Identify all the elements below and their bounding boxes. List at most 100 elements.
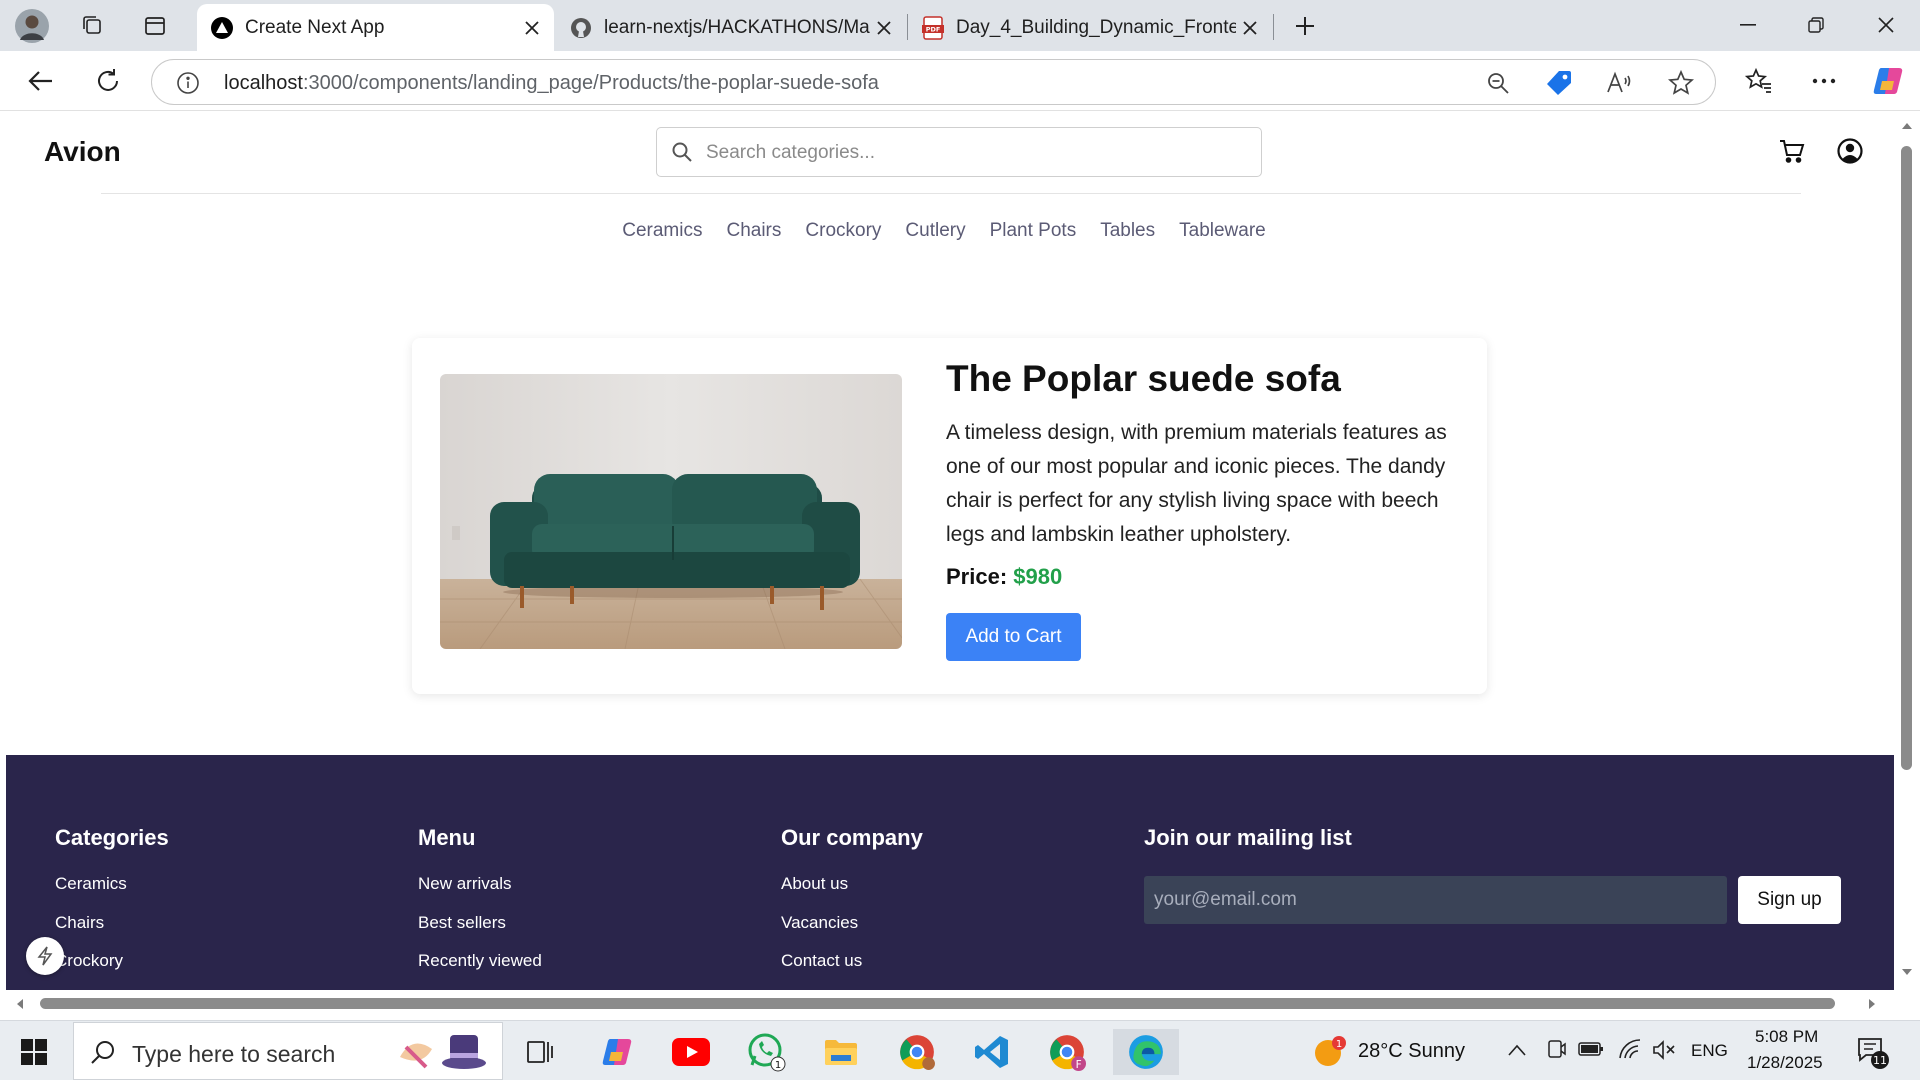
weather-icon[interactable]: 1 (1313, 1035, 1347, 1074)
scroll-right-icon[interactable] (1868, 998, 1876, 1010)
category-nav: Ceramics Chairs Crockory Cutlery Plant P… (6, 220, 1894, 242)
tab-pdf[interactable]: PDF Day_4_Building_Dynamic_Fronten (908, 4, 1272, 51)
price-label: Price: (946, 564, 1008, 589)
horizontal-scrollbar[interactable] (0, 990, 1920, 1020)
footer-link[interactable]: New arrivals (418, 865, 552, 904)
zoom-out-icon[interactable] (1483, 68, 1513, 98)
page-viewport: Avion Search categories... Ceramics Chai… (6, 112, 1894, 990)
notification-count: 11 (1873, 1054, 1887, 1067)
email-placeholder: your@email.com (1154, 889, 1297, 910)
edge-icon[interactable] (1113, 1029, 1179, 1075)
profile-avatar[interactable] (14, 8, 50, 44)
sign-up-button[interactable]: Sign up (1738, 876, 1841, 924)
vertical-scroll-thumb[interactable] (1901, 146, 1912, 770)
category-link-ceramics[interactable]: Ceramics (622, 220, 702, 242)
weather-text[interactable]: 28°C Sunny (1358, 1040, 1465, 1063)
footer-link[interactable]: Crockory (55, 942, 169, 981)
site-footer: Categories Ceramics Chairs Crockory Cutl… (6, 755, 1894, 990)
wifi-icon[interactable] (1618, 1038, 1642, 1065)
footer-link[interactable]: About us (781, 865, 923, 904)
task-view-icon[interactable] (511, 1029, 569, 1075)
tab-github[interactable]: learn-nextjs/HACKATHONS/Marke (556, 4, 906, 51)
shopping-tag-icon[interactable] (1544, 68, 1574, 98)
url-text[interactable]: localhost:3000/components/landing_page/P… (224, 72, 879, 95)
chrome-profile-icon[interactable]: F (1038, 1029, 1096, 1075)
category-link-crockory[interactable]: Crockory (805, 220, 881, 242)
vertical-scrollbar[interactable] (1894, 112, 1920, 990)
minimize-icon[interactable] (1718, 6, 1778, 44)
scroll-left-icon[interactable] (16, 998, 24, 1010)
clock-time[interactable]: 5:08 PM (1755, 1027, 1818, 1047)
refresh-icon[interactable] (88, 61, 128, 101)
back-icon[interactable] (21, 61, 61, 101)
file-explorer-icon[interactable] (812, 1029, 870, 1075)
category-link-tables[interactable]: Tables (1100, 220, 1155, 242)
taskbar-search-placeholder: Type here to search (132, 1041, 336, 1067)
search-highlight-illustration-icon (400, 1035, 486, 1069)
more-options-icon[interactable] (1804, 61, 1844, 101)
footer-link[interactable]: Contact us (781, 942, 923, 981)
read-aloud-icon[interactable] (1604, 68, 1634, 98)
category-link-tableware[interactable]: Tableware (1179, 220, 1266, 242)
notification-center-icon[interactable]: 11 (1856, 1035, 1890, 1074)
site-header: Avion Search categories... (6, 112, 1894, 194)
youtube-icon[interactable] (662, 1029, 720, 1075)
speaker-muted-icon[interactable] (1652, 1039, 1676, 1066)
battery-icon[interactable] (1578, 1040, 1604, 1063)
site-info-icon[interactable] (176, 71, 200, 100)
footer-link[interactable]: Privacy (781, 981, 923, 991)
workspaces-icon[interactable] (75, 8, 111, 44)
whatsapp-icon[interactable]: 1 (738, 1029, 796, 1075)
new-tab-icon[interactable] (1287, 8, 1323, 44)
close-tab-icon[interactable] (870, 14, 898, 42)
language-indicator[interactable]: ENG (1691, 1041, 1728, 1061)
horizontal-scroll-thumb[interactable] (40, 998, 1835, 1009)
show-hidden-icons-chevron-icon[interactable] (1508, 1043, 1526, 1061)
product-price: Price: $980 (946, 564, 1062, 590)
chrome-icon[interactable] (888, 1029, 946, 1075)
windows-taskbar: Type here to search 1 F 1 28°C Sunny ENG… (0, 1020, 1920, 1080)
category-link-plant-pots[interactable]: Plant Pots (990, 220, 1077, 242)
close-window-icon[interactable] (1856, 6, 1916, 44)
nextjs-dev-indicator-icon[interactable] (26, 937, 64, 975)
footer-link[interactable]: Chairs (55, 904, 169, 943)
meet-now-icon[interactable] (1545, 1038, 1567, 1065)
product-title: The Poplar suede sofa (946, 358, 1341, 399)
windows-start-icon[interactable] (14, 1033, 54, 1071)
site-logo[interactable]: Avion (44, 136, 121, 168)
category-search-input[interactable]: Search categories... (656, 127, 1262, 177)
tab-title: Day_4_Building_Dynamic_Fronten (956, 16, 1236, 38)
clock-date[interactable]: 1/28/2025 (1747, 1053, 1823, 1073)
newsletter-email-input[interactable]: your@email.com (1144, 876, 1727, 924)
category-link-chairs[interactable]: Chairs (726, 220, 781, 242)
footer-link[interactable]: Cutlery (55, 981, 169, 991)
close-tab-icon[interactable] (518, 14, 546, 42)
copilot-icon[interactable] (1868, 61, 1908, 101)
tab-title: Create Next App (245, 16, 385, 38)
category-link-cutlery[interactable]: Cutlery (905, 220, 965, 242)
footer-link[interactable]: Recently viewed (418, 942, 552, 981)
favorite-star-icon[interactable] (1666, 68, 1696, 98)
footer-heading: Categories (55, 825, 169, 850)
whatsapp-badge: 1 (775, 1060, 781, 1071)
footer-link[interactable]: Vacancies (781, 904, 923, 943)
copilot-taskbar-icon[interactable] (588, 1029, 646, 1075)
omnibox[interactable]: localhost:3000/components/landing_page/P… (151, 59, 1716, 105)
footer-categories: Categories Ceramics Chairs Crockory Cutl… (55, 825, 169, 990)
footer-link[interactable]: Best sellers (418, 904, 552, 943)
add-to-cart-button[interactable]: Add to Cart (946, 613, 1081, 661)
footer-link[interactable]: Ceramics (55, 865, 169, 904)
footer-link[interactable]: Popular this week (418, 981, 552, 991)
scroll-up-icon[interactable] (1901, 122, 1913, 130)
taskbar-search-box[interactable]: Type here to search (73, 1022, 503, 1080)
close-tab-icon[interactable] (1236, 14, 1264, 42)
scroll-down-icon[interactable] (1901, 968, 1913, 976)
tab-separator (1273, 14, 1274, 40)
tab-create-next-app[interactable]: Create Next App (197, 4, 554, 51)
favorites-icon[interactable] (1739, 61, 1779, 101)
vscode-icon[interactable] (963, 1029, 1021, 1075)
vertical-tabs-icon[interactable] (137, 8, 173, 44)
restore-icon[interactable] (1786, 6, 1846, 44)
cart-icon[interactable] (1777, 136, 1807, 166)
user-account-icon[interactable] (1835, 136, 1865, 166)
